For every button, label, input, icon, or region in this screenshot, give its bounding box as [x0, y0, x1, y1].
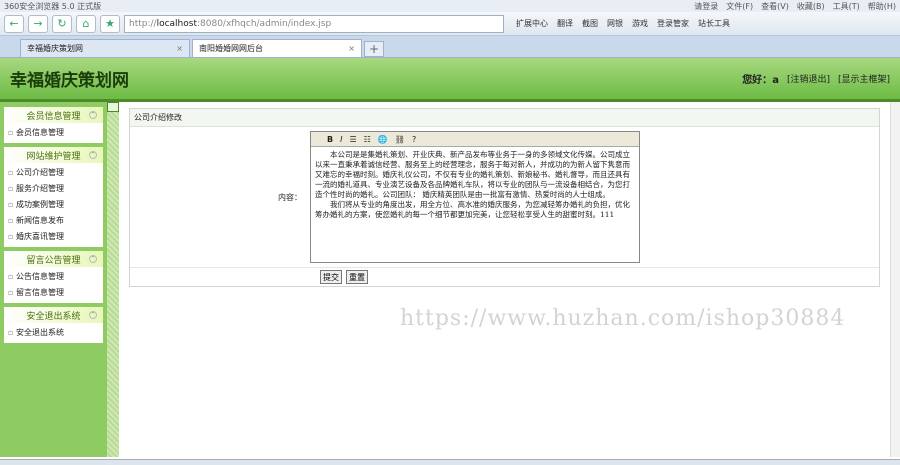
tool-login-manager[interactable]: 登录管家: [657, 18, 689, 29]
greeting-label: 您好：: [742, 75, 773, 86]
sidebar-item[interactable]: 新闻信息发布: [8, 213, 99, 229]
back-icon[interactable]: ←: [4, 14, 24, 33]
group-title: 会员信息管理: [26, 111, 81, 122]
sidebar-group-header[interactable]: 留言公告管理 ^: [4, 251, 103, 267]
site-header: 幸福婚庆策划网 您好：a [注销退出] [显示主框架]: [0, 58, 900, 102]
menu-file[interactable]: 文件(F): [726, 1, 753, 12]
content-paragraph: 本公司是是集婚礼策划、开业庆典、新产品发布等业务于一身的多领域文化传媒。公司成立…: [315, 150, 630, 199]
submit-button[interactable]: 提交: [320, 270, 342, 284]
watermark: https://www.huzhan.com/ishop30884: [400, 306, 846, 331]
sidebar-group-header[interactable]: 安全退出系统 ^: [4, 307, 103, 323]
reset-button[interactable]: 重置: [346, 270, 368, 284]
rich-text-editor: BI ☰ ☷ 🌐 ⛓? 本公司是是集婚礼策划、开业庆典、新产品发布等业务于一身的多领…: [310, 131, 640, 263]
link-icon[interactable]: 🌐: [378, 135, 388, 144]
tab-label: 南阳婚婚网网后台: [199, 44, 263, 53]
sidebar-group-header[interactable]: 会员信息管理 ^: [4, 107, 103, 123]
tool-translate[interactable]: 翻译: [557, 18, 573, 29]
sidebar-item[interactable]: 服务介绍管理: [8, 181, 99, 197]
sidebar-item[interactable]: 安全退出系统: [8, 325, 99, 341]
content-paragraph: 我们将从专业的角度出发，用全方位、高水准的婚庆服务，为您减轻筹办婚礼的负担，优化…: [315, 200, 630, 219]
tool-webmaster[interactable]: 站长工具: [698, 18, 730, 29]
ordered-list-icon[interactable]: ☰: [349, 135, 356, 144]
star-icon[interactable]: ★: [100, 14, 120, 33]
sidebar-group-site: 网站维护管理 ^ 公司介绍管理 服务介绍管理 成功案例管理 新闻信息发布 婚庆喜讯…: [4, 147, 103, 247]
help-icon[interactable]: ?: [412, 135, 416, 144]
address-bar[interactable]: http://localhost:8080/xfhqch/admin/index…: [124, 14, 504, 33]
sidebar-item[interactable]: 公告信息管理: [8, 269, 99, 285]
group-title: 留言公告管理: [26, 255, 81, 266]
menu-tools[interactable]: 工具(T): [833, 1, 860, 12]
edit-panel: 公司介绍修改 内容： BI ☰ ☷ 🌐 ⛓? 本公司是是集婚礼策划、开业庆典、新产品…: [129, 108, 880, 287]
collapse-icon[interactable]: ^: [89, 311, 97, 319]
sidebar-item[interactable]: 公司介绍管理: [8, 165, 99, 181]
url-path: :8080/xfhqch/admin/index.jsp: [196, 18, 332, 29]
collapse-sidebar-button[interactable]: [107, 102, 119, 112]
tab-admin[interactable]: 南阳婚婚网网后台 ×: [192, 39, 362, 57]
greeting: 您好：a: [742, 71, 779, 86]
browser-titlebar: 360安全浏览器 5.0 正式版 请登录 文件(F) 查看(V) 收藏(B) 工…: [0, 0, 900, 12]
scrollbar[interactable]: [890, 102, 900, 457]
panel-title: 公司介绍修改: [130, 109, 879, 127]
logout-link[interactable]: [注销退出]: [787, 72, 830, 85]
sidebar-item[interactable]: 会员信息管理: [8, 125, 99, 141]
sidebar-item[interactable]: 婚庆喜讯管理: [8, 229, 99, 245]
group-title: 网站维护管理: [26, 151, 81, 162]
sidebar-group-notice: 留言公告管理 ^ 公告信息管理 留言信息管理: [4, 251, 103, 303]
status-bar: [0, 459, 900, 465]
group-title: 安全退出系统: [26, 311, 81, 322]
close-icon[interactable]: ×: [348, 44, 355, 53]
forward-icon[interactable]: →: [28, 14, 48, 33]
url-scheme: http://: [129, 18, 157, 29]
menu-help[interactable]: 帮助(H): [868, 1, 896, 12]
menu-login[interactable]: 请登录: [694, 1, 718, 12]
menu-favorites[interactable]: 收藏(B): [797, 1, 825, 12]
sidebar-group-header[interactable]: 网站维护管理 ^: [4, 147, 103, 163]
tool-extensions[interactable]: 扩展中心: [516, 18, 548, 29]
collapse-icon[interactable]: ^: [89, 255, 97, 263]
refresh-icon[interactable]: ↻: [52, 14, 72, 33]
home-icon[interactable]: ⌂: [76, 14, 96, 33]
navigation-bar: ← → ↻ ⌂ ★ http://localhost:8080/xfhqch/a…: [0, 12, 900, 36]
new-tab-button[interactable]: +: [364, 41, 384, 57]
show-frame-link[interactable]: [显示主框架]: [838, 72, 890, 85]
sidebar-item[interactable]: 成功案例管理: [8, 197, 99, 213]
tab-label: 幸福婚庆策划网: [27, 44, 83, 53]
bold-icon[interactable]: B: [327, 135, 333, 144]
url-host: localhost: [156, 18, 197, 29]
editor-content[interactable]: 本公司是是集婚礼策划、开业庆典、新产品发布等业务于一身的多领域文化传媒。公司成立…: [311, 146, 639, 262]
close-icon[interactable]: ×: [176, 44, 183, 53]
tool-bank[interactable]: 网银: [607, 18, 623, 29]
sidebar-item[interactable]: 留言信息管理: [8, 285, 99, 301]
collapse-icon[interactable]: ^: [89, 151, 97, 159]
tool-games[interactable]: 游戏: [632, 18, 648, 29]
username: a: [772, 75, 779, 86]
italic-icon[interactable]: I: [340, 135, 342, 144]
sidebar: 会员信息管理 ^ 会员信息管理 网站维护管理 ^ 公司介绍管理 服务介绍管理 成功案…: [0, 102, 107, 457]
tool-screenshot[interactable]: 截图: [582, 18, 598, 29]
tab-bar: 幸福婚庆策划网 × 南阳婚婚网网后台 × +: [0, 36, 900, 58]
sidebar-group-member: 会员信息管理 ^ 会员信息管理: [4, 107, 103, 143]
editor-toolbar: BI ☰ ☷ 🌐 ⛓?: [311, 132, 639, 146]
sidebar-splitter[interactable]: [107, 102, 119, 457]
content-area: 公司介绍修改 内容： BI ☰ ☷ 🌐 ⛓? 本公司是是集婚礼策划、开业庆典、新产品…: [119, 102, 900, 457]
menu-view[interactable]: 查看(V): [761, 1, 789, 12]
site-logo: 幸福婚庆策划网: [10, 71, 129, 91]
tab-site[interactable]: 幸福婚庆策划网 ×: [20, 39, 190, 57]
collapse-icon[interactable]: ^: [89, 111, 97, 119]
content-label: 内容：: [278, 192, 302, 202]
unlink-icon[interactable]: ⛓: [395, 135, 405, 144]
unordered-list-icon[interactable]: ☷: [364, 135, 371, 144]
sidebar-group-exit: 安全退出系统 ^ 安全退出系统: [4, 307, 103, 343]
browser-title: 360安全浏览器 5.0 正式版: [4, 1, 102, 11]
